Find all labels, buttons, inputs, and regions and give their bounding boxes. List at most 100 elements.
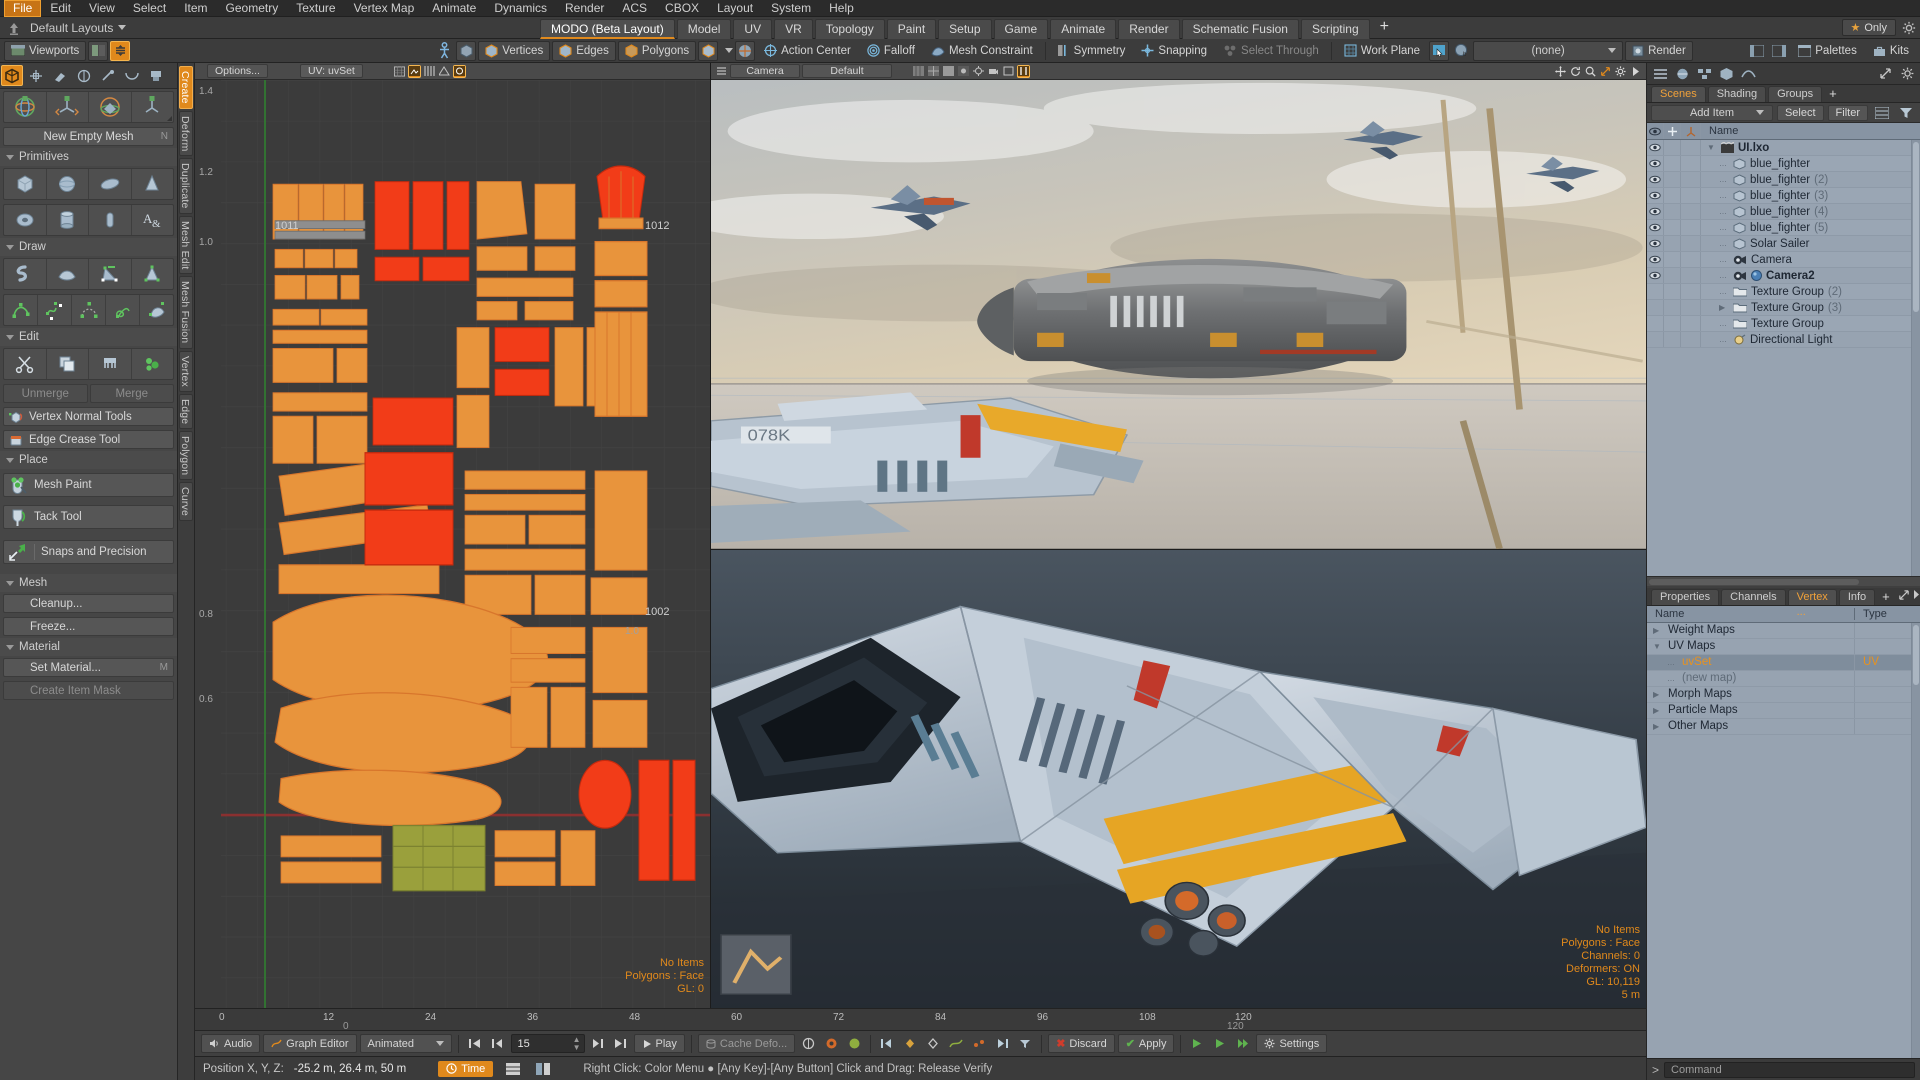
vtab-vertex[interactable]: Vertex [179, 350, 193, 392]
sphere-primitive-icon[interactable] [47, 169, 89, 199]
preview-step-icon[interactable] [1233, 1034, 1253, 1054]
vertex-maps-scrollbar[interactable] [1911, 622, 1920, 1058]
section-header-primitives[interactable]: Primitives [0, 148, 177, 166]
fork-tool-icon[interactable] [89, 349, 132, 379]
lock-cell[interactable] [1664, 204, 1681, 219]
menu-item-dynamics[interactable]: Dynamics [485, 0, 556, 17]
current-frame-field[interactable]: 15 ▲ ▼ [510, 1034, 585, 1053]
tab-info[interactable]: Info [1838, 588, 1876, 605]
bezier-draw-icon[interactable] [38, 295, 72, 325]
list-item[interactable]: ▼ UV Maps [1647, 638, 1920, 655]
edges-selection-mode-button[interactable]: Edges [552, 40, 616, 61]
vertex-mode-icon[interactable] [97, 65, 119, 86]
vtab-create[interactable]: Create [179, 66, 193, 109]
lock-cell[interactable] [1664, 268, 1681, 283]
vp-zoom-icon[interactable] [1584, 65, 1597, 78]
menu-item-view[interactable]: View [80, 0, 124, 17]
section-header-mesh[interactable]: Mesh [0, 574, 177, 592]
lock-cell[interactable] [1664, 156, 1681, 171]
text-primitive-icon[interactable]: A & [132, 205, 174, 235]
tab-groups[interactable]: Groups [1768, 86, 1823, 102]
add-item-dropdown[interactable]: Add Item [1651, 104, 1773, 121]
tab-topology[interactable]: Topology [814, 18, 885, 39]
table-row[interactable]: … blue_fighter (3) [1647, 188, 1920, 204]
vp-settings-gear-icon[interactable] [1614, 65, 1627, 78]
visibility-toggle[interactable] [1647, 156, 1664, 171]
visibility-toggle[interactable] [1647, 316, 1664, 331]
tack-tool-button[interactable]: Tack Tool [3, 505, 174, 529]
uv-checker-icon[interactable] [423, 65, 436, 78]
command-input[interactable]: Command [1664, 1061, 1915, 1078]
curve-draw-icon[interactable] [4, 295, 38, 325]
symmetry-button[interactable]: Symmetry [1051, 41, 1133, 61]
transform-cell[interactable] [1681, 284, 1701, 299]
table-row[interactable]: … Camera [1647, 252, 1920, 268]
discard-button[interactable]: ✖ Discard [1048, 1034, 1115, 1053]
lock-cell[interactable] [1664, 236, 1681, 251]
action-center-mode-icon[interactable] [735, 40, 756, 61]
apply-button[interactable]: ✔ Apply [1117, 1034, 1175, 1053]
menu-item-layout[interactable]: Layout [708, 0, 762, 17]
lock-cell[interactable] [1664, 316, 1681, 331]
scene-tree[interactable]: ▼ UI.lxo … blue_fighter … blue_fighter (2) … bl… [1647, 140, 1920, 576]
cube-primitive-icon[interactable] [4, 169, 47, 199]
work-plane-button[interactable]: Work Plane [1337, 41, 1427, 61]
visibility-toggle[interactable] [1647, 332, 1664, 347]
default-layouts-label[interactable]: Default Layouts [30, 21, 113, 35]
deformers-icon[interactable] [1738, 64, 1758, 84]
key-prev-icon[interactable] [877, 1034, 897, 1054]
deform-mode-icon[interactable] [25, 65, 47, 86]
table-row[interactable]: … blue_fighter [1647, 156, 1920, 172]
menu-item-file[interactable]: File [4, 0, 42, 17]
key-channel-icon[interactable] [969, 1034, 989, 1054]
viewport-menu-icon[interactable] [715, 65, 728, 78]
preview-play-icon[interactable] [1187, 1034, 1207, 1054]
menu-item-cbox[interactable]: CBOX [656, 0, 708, 17]
lock-cell[interactable] [1664, 220, 1681, 235]
key-next-icon[interactable] [992, 1034, 1012, 1054]
transform-cell[interactable] [1681, 268, 1701, 283]
next-frame-button[interactable] [588, 1034, 608, 1054]
viewport-layout-button[interactable] [88, 40, 109, 61]
tab-setup[interactable]: Setup [938, 18, 992, 39]
lower-panel-expand-icon[interactable] [1911, 585, 1920, 605]
lock-cell[interactable] [1664, 252, 1681, 267]
key-mode-a-icon[interactable] [798, 1034, 818, 1054]
graph-editor-button[interactable]: Graph Editor [263, 1034, 357, 1053]
vp-shade-texture-icon[interactable] [957, 65, 970, 78]
uv-display-texture-icon[interactable] [407, 64, 421, 78]
tab-schematic-fusion[interactable]: Schematic Fusion [1181, 18, 1299, 39]
chevron-down-icon[interactable] [118, 25, 127, 30]
audio-button[interactable]: Audio [201, 1034, 261, 1053]
lock-cell[interactable] [1664, 140, 1681, 155]
menu-item-acs[interactable]: ACS [613, 0, 656, 17]
tab-vr[interactable]: VR [774, 18, 813, 39]
visibility-toggle[interactable] [1647, 300, 1664, 315]
menu-item-system[interactable]: System [762, 0, 820, 17]
vp-expand-icon[interactable] [1629, 65, 1642, 78]
vp-shade-wire-icon[interactable] [927, 65, 940, 78]
cut-scissors-icon[interactable] [4, 349, 47, 379]
section-header-place[interactable]: Place [0, 451, 177, 469]
snapping-button[interactable]: Snapping [1134, 41, 1214, 61]
ellipsoid-primitive-icon[interactable] [89, 169, 132, 199]
transform-cell[interactable] [1681, 316, 1701, 331]
mesh-edit-mode-icon[interactable] [73, 65, 95, 86]
uv-set-selector[interactable]: UV: uvSet [299, 64, 363, 78]
visibility-toggle[interactable] [1647, 172, 1664, 187]
vp-light-icon[interactable] [972, 65, 985, 78]
mesh-paint-edit-icon[interactable] [132, 349, 174, 379]
menu-item-help[interactable]: Help [820, 0, 863, 17]
preset-browser-icon[interactable]: b [1451, 41, 1471, 61]
lock-cell[interactable] [1664, 188, 1681, 203]
cursor-select-icon[interactable] [1429, 40, 1450, 61]
palette-toggle-b-icon[interactable] [1769, 41, 1789, 61]
vp-shade-flat-icon[interactable] [942, 65, 955, 78]
sketch-draw-icon[interactable] [106, 295, 140, 325]
visibility-toggle[interactable] [1647, 268, 1664, 283]
preview-play-2-icon[interactable] [1210, 1034, 1230, 1054]
duplicate-copy-icon[interactable] [47, 349, 89, 379]
set-material-button[interactable]: Set Material... M [3, 658, 174, 677]
uv-wire-icon[interactable] [438, 65, 451, 78]
viewport-swap-button[interactable] [110, 40, 131, 61]
